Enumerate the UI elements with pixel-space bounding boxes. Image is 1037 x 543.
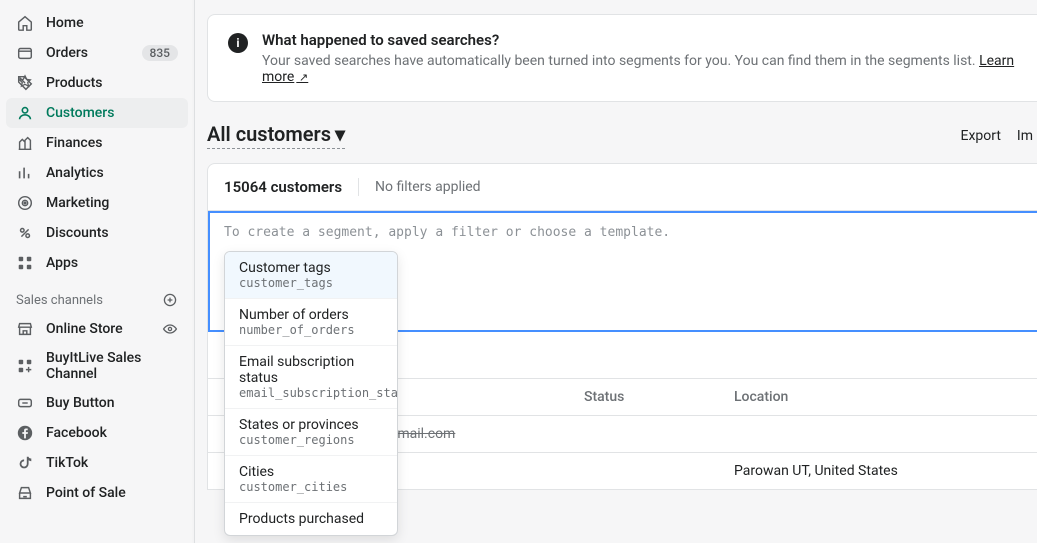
nav-label: Customers	[46, 105, 114, 121]
apps-icon	[16, 254, 34, 272]
sidebar-item-discounts[interactable]: Discounts	[6, 218, 188, 248]
sidebar-channel-tiktok[interactable]: TikTok	[6, 448, 188, 478]
banner-body: Your saved searches have automatically b…	[262, 53, 976, 69]
info-icon: i	[228, 33, 248, 53]
main-content: i What happened to saved searches? Your …	[195, 0, 1037, 543]
customer-count: 15064 customers	[224, 178, 342, 196]
suggestion-cities[interactable]: Cities customer_cities	[225, 456, 397, 503]
pos-icon	[16, 484, 34, 502]
divider	[358, 178, 359, 196]
nav-label: Finances	[46, 135, 102, 151]
customers-card: 15064 customers No filters applied To cr…	[207, 163, 1037, 490]
sidebar-item-apps[interactable]: Apps	[6, 248, 188, 278]
home-icon	[16, 14, 34, 32]
export-button[interactable]: Export	[960, 128, 1000, 144]
grid-icon	[16, 357, 34, 375]
sidebar-item-marketing[interactable]: Marketing	[6, 188, 188, 218]
discounts-icon	[16, 224, 34, 242]
facebook-icon	[16, 424, 34, 442]
sidebar-item-orders[interactable]: Orders 835	[6, 38, 188, 68]
sidebar-item-finances[interactable]: Finances	[6, 128, 188, 158]
sidebar-item-products[interactable]: Products	[6, 68, 188, 98]
products-icon	[16, 74, 34, 92]
add-channel-icon[interactable]	[162, 292, 178, 308]
column-status: Status	[584, 389, 734, 405]
suggestion-code: customer_cities	[239, 480, 383, 494]
suggestion-code: number_of_orders	[239, 323, 383, 337]
filter-suggestions-dropdown: Customer tags customer_tags Number of or…	[224, 251, 398, 536]
suggestion-customer-tags[interactable]: Customer tags customer_tags	[225, 252, 397, 299]
sidebar-channel-pos[interactable]: Point of Sale	[6, 478, 188, 508]
nav-label: TikTok	[46, 455, 88, 471]
banner-title: What happened to saved searches?	[262, 31, 1017, 49]
page-header: All customers ▾ Export Im	[207, 122, 1037, 163]
nav-label: Products	[46, 75, 103, 91]
sidebar-item-home[interactable]: Home	[6, 8, 188, 38]
page-title-text: All customers	[207, 122, 331, 146]
buy-button-icon	[16, 394, 34, 412]
chevron-down-icon: ▾	[335, 122, 345, 146]
finances-icon	[16, 134, 34, 152]
suggestion-label: Email subscription status	[239, 354, 383, 386]
filter-status: No filters applied	[375, 179, 481, 195]
suggestion-code: email_subscription_status	[239, 386, 383, 400]
sales-channels-heading: Sales channels	[6, 278, 188, 314]
segment-placeholder: To create a segment, apply a filter or c…	[224, 225, 1023, 240]
suggestion-states-provinces[interactable]: States or provinces customer_regions	[225, 409, 397, 456]
page-actions: Export Im	[960, 128, 1033, 144]
view-store-icon[interactable]	[162, 321, 178, 337]
nav-label: Marketing	[46, 195, 109, 211]
nav-label: Apps	[46, 255, 78, 271]
column-location: Location	[734, 389, 1034, 405]
tiktok-icon	[16, 454, 34, 472]
suggestion-label: Customer tags	[239, 260, 383, 276]
sidebar-item-analytics[interactable]: Analytics	[6, 158, 188, 188]
nav-label: Discounts	[46, 225, 109, 241]
suggestion-products-purchased[interactable]: Products purchased	[225, 503, 397, 535]
nav-label: Facebook	[46, 425, 107, 441]
import-button[interactable]: Im	[1017, 128, 1033, 144]
sidebar: Home Orders 835 Products Customers Finan…	[0, 0, 195, 543]
orders-badge: 835	[142, 45, 178, 61]
suggestion-code: customer_tags	[239, 276, 383, 290]
sidebar-item-customers[interactable]: Customers	[6, 98, 188, 128]
analytics-icon	[16, 164, 34, 182]
suggestion-label: Products purchased	[239, 511, 383, 527]
marketing-icon	[16, 194, 34, 212]
orders-icon	[16, 44, 34, 62]
page-title-dropdown[interactable]: All customers ▾	[207, 122, 345, 149]
nav-label: Online Store	[46, 321, 123, 337]
sidebar-channel-buy-button[interactable]: Buy Button	[6, 388, 188, 418]
suggestion-number-of-orders[interactable]: Number of orders number_of_orders	[225, 299, 397, 346]
customers-icon	[16, 104, 34, 122]
suggestion-email-subscription[interactable]: Email subscription status email_subscrip…	[225, 346, 397, 409]
nav-label: Buy Button	[46, 395, 115, 411]
sidebar-channel-buyitlive[interactable]: BuyItLive Sales Channel	[6, 344, 188, 388]
segment-editor[interactable]: To create a segment, apply a filter or c…	[208, 211, 1037, 332]
nav-label: Analytics	[46, 165, 104, 181]
nav-label: Point of Sale	[46, 485, 126, 501]
card-header: 15064 customers No filters applied	[208, 164, 1037, 211]
nav-label: BuyItLive Sales Channel	[46, 350, 178, 382]
nav-label: Orders	[46, 45, 88, 61]
sidebar-channel-facebook[interactable]: Facebook	[6, 418, 188, 448]
external-icon: ↗	[296, 71, 308, 84]
suggestion-label: States or provinces	[239, 417, 383, 433]
customer-location: Parowan UT, United States	[734, 463, 1034, 479]
suggestion-code: customer_regions	[239, 433, 383, 447]
info-banner: i What happened to saved searches? Your …	[207, 14, 1037, 102]
suggestion-label: Cities	[239, 464, 383, 480]
nav-label: Home	[46, 15, 84, 31]
suggestion-label: Number of orders	[239, 307, 383, 323]
banner-text: Your saved searches have automatically b…	[262, 53, 1017, 85]
store-icon	[16, 320, 34, 338]
section-label: Sales channels	[16, 293, 103, 308]
sidebar-channel-online-store[interactable]: Online Store	[6, 314, 188, 344]
